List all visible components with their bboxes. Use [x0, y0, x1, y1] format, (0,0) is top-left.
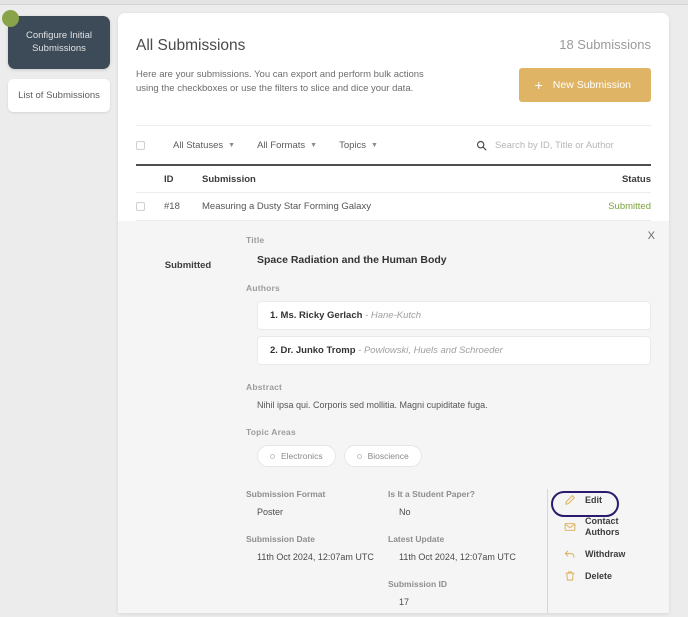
- panel-header: All Submissions 18 Submissions: [136, 13, 651, 55]
- circle-icon: [270, 454, 275, 459]
- panel-description: Here are your submissions. You can expor…: [136, 68, 436, 96]
- filter-formats-label: All Formats: [257, 140, 305, 151]
- topic-pill-label: Electronics: [281, 451, 323, 461]
- plus-icon: +: [535, 78, 543, 92]
- contact-authors-label: Contact Authors: [585, 516, 651, 538]
- row-checkbox[interactable]: [136, 202, 145, 211]
- filter-statuses[interactable]: All Statuses ▼: [173, 140, 235, 151]
- pencil-icon: [564, 494, 576, 506]
- topic-pill-label: Bioscience: [368, 451, 409, 461]
- submission-title: Space Radiation and the Human Body: [257, 254, 651, 266]
- meta-latest-update: Latest Update 11th Oct 2024, 12:07am UTC: [388, 534, 533, 562]
- filter-topics-label: Topics: [339, 140, 366, 151]
- search-input[interactable]: [495, 140, 651, 151]
- author-item: 2. Dr. Junko Tromp - Powlowski, Huels an…: [257, 336, 651, 365]
- meta-value: 11th Oct 2024, 12:07am UTC: [399, 552, 533, 562]
- detail-topic-areas-section: Topic Areas Electronics Bioscience: [246, 427, 651, 467]
- meta-submission-id: Submission ID 17: [388, 579, 533, 607]
- row-status-badge: Submitted: [581, 201, 651, 212]
- sidebar-item-list-of-submissions[interactable]: List of Submissions: [8, 79, 110, 112]
- meta-label: Latest Update: [388, 534, 533, 544]
- abstract-label: Abstract: [246, 382, 651, 392]
- detail-meta-section: Submission Format Poster Submission Date…: [246, 489, 651, 613]
- envelope-icon: [564, 521, 576, 533]
- circle-icon: [357, 454, 362, 459]
- withdraw-button[interactable]: Withdraw: [564, 543, 651, 565]
- author-affiliation: - Hane-Kutch: [365, 310, 421, 321]
- close-icon[interactable]: X: [644, 227, 659, 246]
- detail-title-section: Title Space Radiation and the Human Body: [246, 235, 651, 266]
- meta-column-right: Is It a Student Paper? No Latest Update …: [388, 489, 533, 613]
- new-submission-button[interactable]: + New Submission: [519, 68, 651, 102]
- page-title: All Submissions: [136, 37, 245, 55]
- sidebar-item-label: Configure Initial Submissions: [26, 30, 92, 54]
- meta-value: No: [399, 507, 533, 517]
- authors-label: Authors: [246, 283, 651, 293]
- filter-bar: All Statuses ▼ All Formats ▼ Topics ▼: [136, 126, 651, 164]
- topic-pill: Bioscience: [344, 445, 422, 467]
- submissions-panel: All Submissions 18 Submissions Here are …: [118, 13, 669, 613]
- detail-status: Submitted: [130, 235, 246, 613]
- table-header: ID Submission Status: [136, 166, 651, 193]
- filter-topics[interactable]: Topics ▼: [339, 140, 378, 151]
- meta-value: 11th Oct 2024, 12:07am UTC: [257, 552, 388, 562]
- header-col-id: ID: [164, 174, 202, 185]
- status-dot-icon: [2, 10, 19, 27]
- author-name: 2. Dr. Junko Tromp: [270, 345, 356, 356]
- new-submission-label: New Submission: [553, 79, 631, 91]
- sidebar: Configure Initial Submissions List of Su…: [0, 5, 118, 112]
- meta-label: Submission ID: [388, 579, 533, 589]
- delete-button[interactable]: Delete: [564, 565, 651, 587]
- abstract-text: Nihil ipsa qui. Corporis sed mollitia. M…: [257, 400, 651, 410]
- search-icon: [476, 140, 487, 151]
- panel-subheader: Here are your submissions. You can expor…: [136, 68, 651, 102]
- undo-arrow-icon: [564, 548, 576, 560]
- sidebar-item-label: List of Submissions: [18, 90, 100, 101]
- submissions-count: 18 Submissions: [559, 37, 651, 52]
- trash-icon: [564, 570, 576, 582]
- topic-pill: Electronics: [257, 445, 336, 467]
- app-root: Configure Initial Submissions List of Su…: [0, 0, 688, 617]
- chevron-down-icon: ▼: [371, 142, 378, 149]
- author-name: 1. Ms. Ricky Gerlach: [270, 310, 362, 321]
- edit-button[interactable]: Edit: [564, 489, 651, 511]
- meta-column-left: Submission Format Poster Submission Date…: [246, 489, 388, 613]
- edit-label: Edit: [585, 495, 602, 506]
- row-checkbox-cell: [136, 202, 164, 211]
- submission-detail-panel: X Submitted Title Space Radiation and th…: [118, 221, 669, 613]
- author-item: 1. Ms. Ricky Gerlach - Hane-Kutch: [257, 301, 651, 330]
- filter-statuses-label: All Statuses: [173, 140, 223, 151]
- row-submission-title: Measuring a Dusty Star Forming Galaxy: [202, 201, 581, 212]
- row-id: #18: [164, 201, 202, 212]
- delete-label: Delete: [585, 571, 612, 582]
- topic-areas-label: Topic Areas: [246, 427, 651, 437]
- table-row[interactable]: #18 Measuring a Dusty Star Forming Galax…: [136, 193, 651, 221]
- meta-label: Is It a Student Paper?: [388, 489, 533, 499]
- chevron-down-icon: ▼: [228, 142, 235, 149]
- meta-value: Poster: [257, 507, 388, 517]
- chevron-down-icon: ▼: [310, 142, 317, 149]
- detail-authors-section: Authors 1. Ms. Ricky Gerlach - Hane-Kutc…: [246, 283, 651, 365]
- withdraw-label: Withdraw: [585, 549, 625, 560]
- meta-value: 17: [399, 597, 533, 607]
- meta-student-paper: Is It a Student Paper? No: [388, 489, 533, 517]
- sidebar-item-configure-initial-submissions[interactable]: Configure Initial Submissions: [8, 16, 110, 69]
- contact-authors-button[interactable]: Contact Authors: [564, 511, 651, 543]
- meta-submission-date: Submission Date 11th Oct 2024, 12:07am U…: [246, 534, 388, 562]
- header-col-status: Status: [581, 174, 651, 185]
- detail-abstract-section: Abstract Nihil ipsa qui. Corporis sed mo…: [246, 382, 651, 410]
- filter-formats[interactable]: All Formats ▼: [257, 140, 317, 151]
- meta-label: Submission Date: [246, 534, 388, 544]
- header-col-submission: Submission: [202, 174, 581, 185]
- search-box[interactable]: [476, 140, 651, 151]
- select-all-checkbox[interactable]: [136, 141, 145, 150]
- author-affiliation: - Powlowski, Huels and Schroeder: [358, 345, 503, 356]
- detail-actions-menu: Edit Contact Authors: [547, 489, 651, 613]
- title-label: Title: [246, 235, 651, 245]
- meta-label: Submission Format: [246, 489, 388, 499]
- meta-submission-format: Submission Format Poster: [246, 489, 388, 517]
